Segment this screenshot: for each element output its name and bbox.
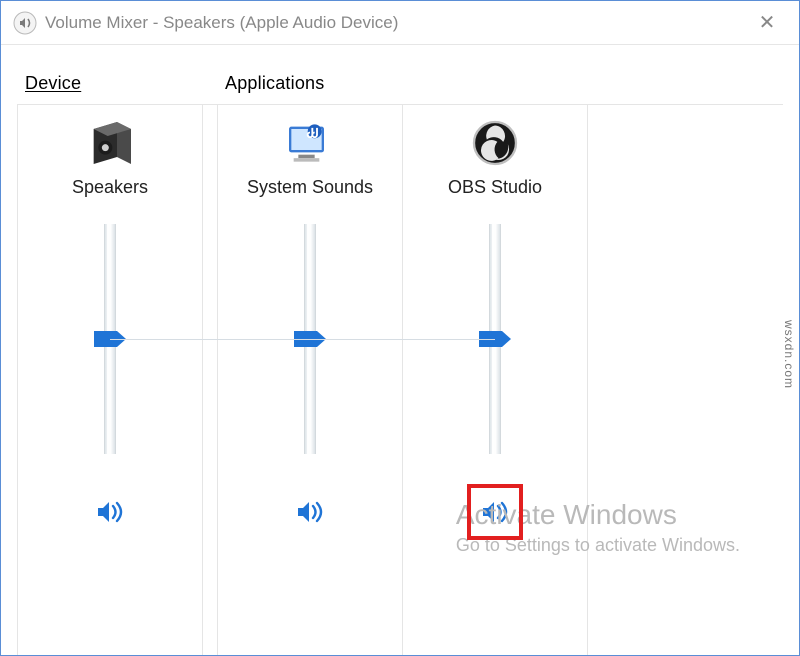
volume-baseline — [110, 339, 495, 340]
obs-icon[interactable] — [467, 115, 523, 171]
body: Device Speakers Applications System Soun… — [1, 45, 799, 655]
applications-section-label: Applications — [225, 73, 783, 94]
window-title: Volume Mixer - Speakers (Apple Audio Dev… — [45, 13, 747, 33]
mixer-column-obs-studio: OBS Studio — [403, 105, 588, 655]
device-columns: Speakers — [17, 104, 217, 655]
titlebar[interactable]: Volume Mixer - Speakers (Apple Audio Dev… — [1, 1, 799, 45]
source-watermark: wsxdn.com — [782, 320, 796, 389]
column-label: System Sounds — [247, 177, 373, 198]
mixer-column-speakers: Speakers — [18, 105, 203, 655]
mute-button[interactable] — [292, 494, 328, 530]
volume-mixer-window: Volume Mixer - Speakers (Apple Audio Dev… — [0, 0, 800, 656]
close-button[interactable]: ✕ — [747, 10, 787, 35]
applications-section: Applications System Sounds OBS Studio — [217, 65, 783, 655]
mixer-column-system-sounds: System Sounds — [218, 105, 403, 655]
system-sounds-icon[interactable] — [282, 115, 338, 171]
speaker-box-icon[interactable] — [82, 115, 138, 171]
column-label: OBS Studio — [448, 177, 542, 198]
mute-button[interactable] — [477, 494, 513, 530]
device-section-label: Device — [25, 73, 217, 94]
device-section: Device Speakers — [17, 65, 217, 655]
column-label: Speakers — [72, 177, 148, 198]
application-columns: System Sounds OBS Studio — [217, 104, 783, 655]
mute-button[interactable] — [92, 494, 128, 530]
volume-mixer-icon — [13, 11, 37, 35]
